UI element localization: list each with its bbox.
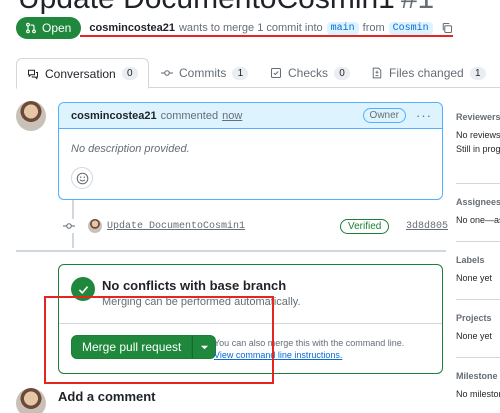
verified-badge[interactable]: Verified <box>340 218 390 234</box>
git-pull-request-icon <box>26 22 36 34</box>
pr-number: #1 <box>401 0 434 15</box>
kebab-horizontal-icon[interactable]: ··· <box>416 108 432 123</box>
comment-body: No description provided. <box>71 143 190 155</box>
pr-title-text: Update DocumentoCosmin1 <box>18 0 395 15</box>
sidebar-separator <box>456 241 500 242</box>
sidebar-labels[interactable]: Labels None yet <box>456 255 500 285</box>
comment-timestamp[interactable]: now <box>222 110 242 122</box>
timeline-divider <box>16 250 446 252</box>
tab-commits[interactable]: Commits 1 <box>161 58 249 88</box>
comment-author-avatar[interactable] <box>16 101 46 131</box>
current-user-avatar[interactable] <box>16 388 46 413</box>
comment-author-link[interactable]: cosmincostea21 <box>71 110 157 122</box>
state-label: Open <box>42 21 72 35</box>
tab-label: Checks <box>288 66 329 80</box>
sidebar-title: Assignees <box>456 197 500 207</box>
sidebar-value: None yet <box>456 331 493 341</box>
pr-meta: cosmincostea21 wants to merge 1 commit i… <box>89 21 453 35</box>
merge-status-title: No conflicts with base branch <box>102 278 287 293</box>
state-badge: Open <box>16 17 82 39</box>
add-comment-heading: Add a comment <box>58 389 156 404</box>
sidebar-separator <box>456 183 500 184</box>
sidebar-value: No milestone <box>456 389 500 399</box>
pr-tabs: Conversation 0 Commits 1 Checks 0 Files … <box>16 58 500 89</box>
tab-label: Files changed <box>389 66 464 80</box>
sidebar-value: No reviews Still in progress <box>456 128 500 156</box>
timeline-commit: Update DocumentoCosmin1 Verified 3d8d805 <box>62 218 500 234</box>
sidebar-title: Reviewers <box>456 112 500 122</box>
commit-sha-link[interactable]: 3d8d805 <box>406 221 448 232</box>
base-branch[interactable]: main <box>326 21 359 35</box>
checklist-icon <box>270 67 282 79</box>
pr-meta-text: wants to merge 1 commit into <box>178 22 323 34</box>
sidebar-assignees[interactable]: Assignees No one—assign yourself <box>456 197 500 227</box>
tab-conversation[interactable]: Conversation 0 <box>16 58 149 89</box>
smiley-icon <box>76 172 88 184</box>
commit-message-link[interactable]: Update DocumentoCosmin1 <box>107 221 245 232</box>
comment-action: commented <box>160 109 219 122</box>
sidebar-title: Projects <box>456 313 492 323</box>
git-commit-icon <box>62 219 76 233</box>
tab-counter: 1 <box>469 66 486 80</box>
reviewers-value: No reviews <box>456 130 500 140</box>
annotation-box <box>44 296 274 384</box>
sidebar-value: No one—assign yourself <box>456 215 500 225</box>
sidebar-separator <box>456 357 500 358</box>
git-commit-icon <box>161 70 173 76</box>
copy-icon[interactable] <box>441 22 453 34</box>
owner-badge: Owner <box>362 108 406 123</box>
head-branch[interactable]: Cosmin <box>388 21 433 35</box>
tab-counter: 0 <box>334 66 351 80</box>
from-text: from <box>362 22 385 34</box>
sidebar-separator <box>456 299 500 300</box>
tab-counter: 1 <box>232 66 249 80</box>
sidebar-milestone[interactable]: Milestone No milestone <box>456 371 500 401</box>
sidebar-title: Milestone <box>456 371 498 381</box>
annotation-underline <box>80 35 453 37</box>
pr-author-link[interactable]: cosmincostea21 <box>89 22 175 34</box>
add-reaction-button[interactable] <box>71 167 93 189</box>
sidebar-title: Labels <box>456 255 485 265</box>
tab-label: Commits <box>179 66 227 80</box>
file-diff-icon <box>372 67 382 79</box>
reviewers-value-2: Still in progress <box>456 144 500 154</box>
tab-counter: 0 <box>121 67 138 80</box>
commit-author-avatar[interactable] <box>88 219 102 233</box>
sidebar-projects[interactable]: Projects None yet <box>456 313 500 343</box>
pr-title: Update DocumentoCosmin1 #1 <box>18 0 434 16</box>
sidebar-value: None yet <box>456 273 493 283</box>
comment-header: cosmincostea21 commented now Owner ··· <box>59 103 442 129</box>
comment-discussion-icon <box>28 69 38 80</box>
pr-description-comment: cosmincostea21 commented now Owner ··· N… <box>58 102 443 200</box>
tab-checks[interactable]: Checks 0 <box>270 58 351 88</box>
tab-files-changed[interactable]: Files changed 1 <box>371 58 486 88</box>
pr-sidebar: Reviewers No reviews Still in progress A… <box>456 100 500 413</box>
sidebar-reviewers[interactable]: Reviewers No reviews Still in progress <box>456 112 500 156</box>
tab-label: Conversation <box>45 66 116 81</box>
